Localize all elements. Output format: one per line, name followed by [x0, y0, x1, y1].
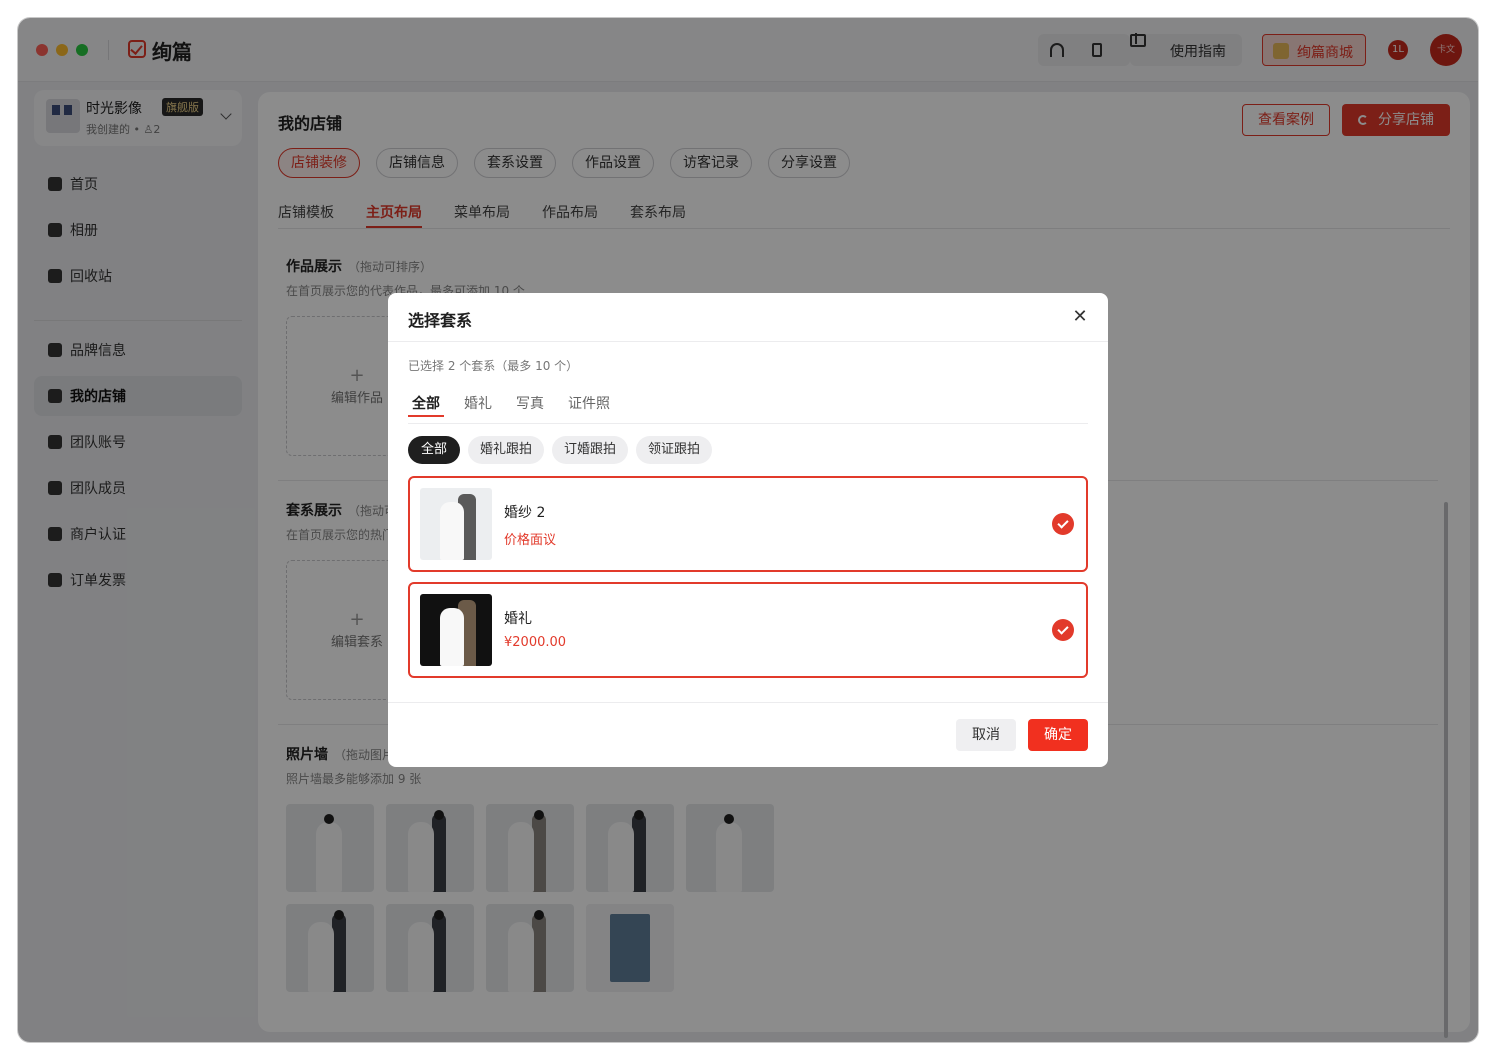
package-name: 婚纱 2 [504, 505, 546, 521]
select-package-dialog: 选择套系 ✕ 已选择 2 个套系（最多 10 个） 全部 婚礼 写真 证件照 全… [388, 293, 1108, 767]
close-icon[interactable]: ✕ [1070, 307, 1090, 327]
package-thumbnail [420, 488, 492, 560]
chip-all[interactable]: 全部 [408, 436, 460, 464]
chip-wedding-follow[interactable]: 婚礼跟拍 [468, 436, 544, 464]
package-price: 价格面议 [504, 533, 557, 548]
cancel-button[interactable]: 取消 [956, 719, 1016, 751]
package-price: ¥2000.00 [504, 635, 567, 650]
confirm-button[interactable]: 确定 [1028, 719, 1088, 751]
chip-marriage-cert-follow[interactable]: 领证跟拍 [636, 436, 712, 464]
package-name: 婚礼 [504, 611, 532, 627]
dialog-tab-indicator [408, 415, 444, 417]
dialog-header-divider [388, 341, 1108, 342]
dialog-tab-portrait[interactable]: 写真 [516, 393, 544, 413]
selection-count: 已选择 2 个套系（最多 10 个） [408, 359, 579, 373]
dialog-tabs-divider [408, 423, 1088, 424]
dialog-tab-id-photo[interactable]: 证件照 [568, 393, 610, 413]
dialog-title: 选择套系 [408, 311, 473, 330]
dialog-tab-wedding[interactable]: 婚礼 [464, 393, 492, 413]
chip-engagement-follow[interactable]: 订婚跟拍 [552, 436, 628, 464]
package-thumbnail [420, 594, 492, 666]
package-card[interactable]: 婚礼 ¥2000.00 [408, 582, 1088, 678]
dialog-tab-all[interactable]: 全部 [412, 393, 440, 413]
dialog-footer-divider [388, 702, 1108, 703]
package-card[interactable]: 婚纱 2 价格面议 [408, 476, 1088, 572]
check-circle-icon[interactable] [1052, 513, 1074, 535]
check-circle-icon[interactable] [1052, 619, 1074, 641]
